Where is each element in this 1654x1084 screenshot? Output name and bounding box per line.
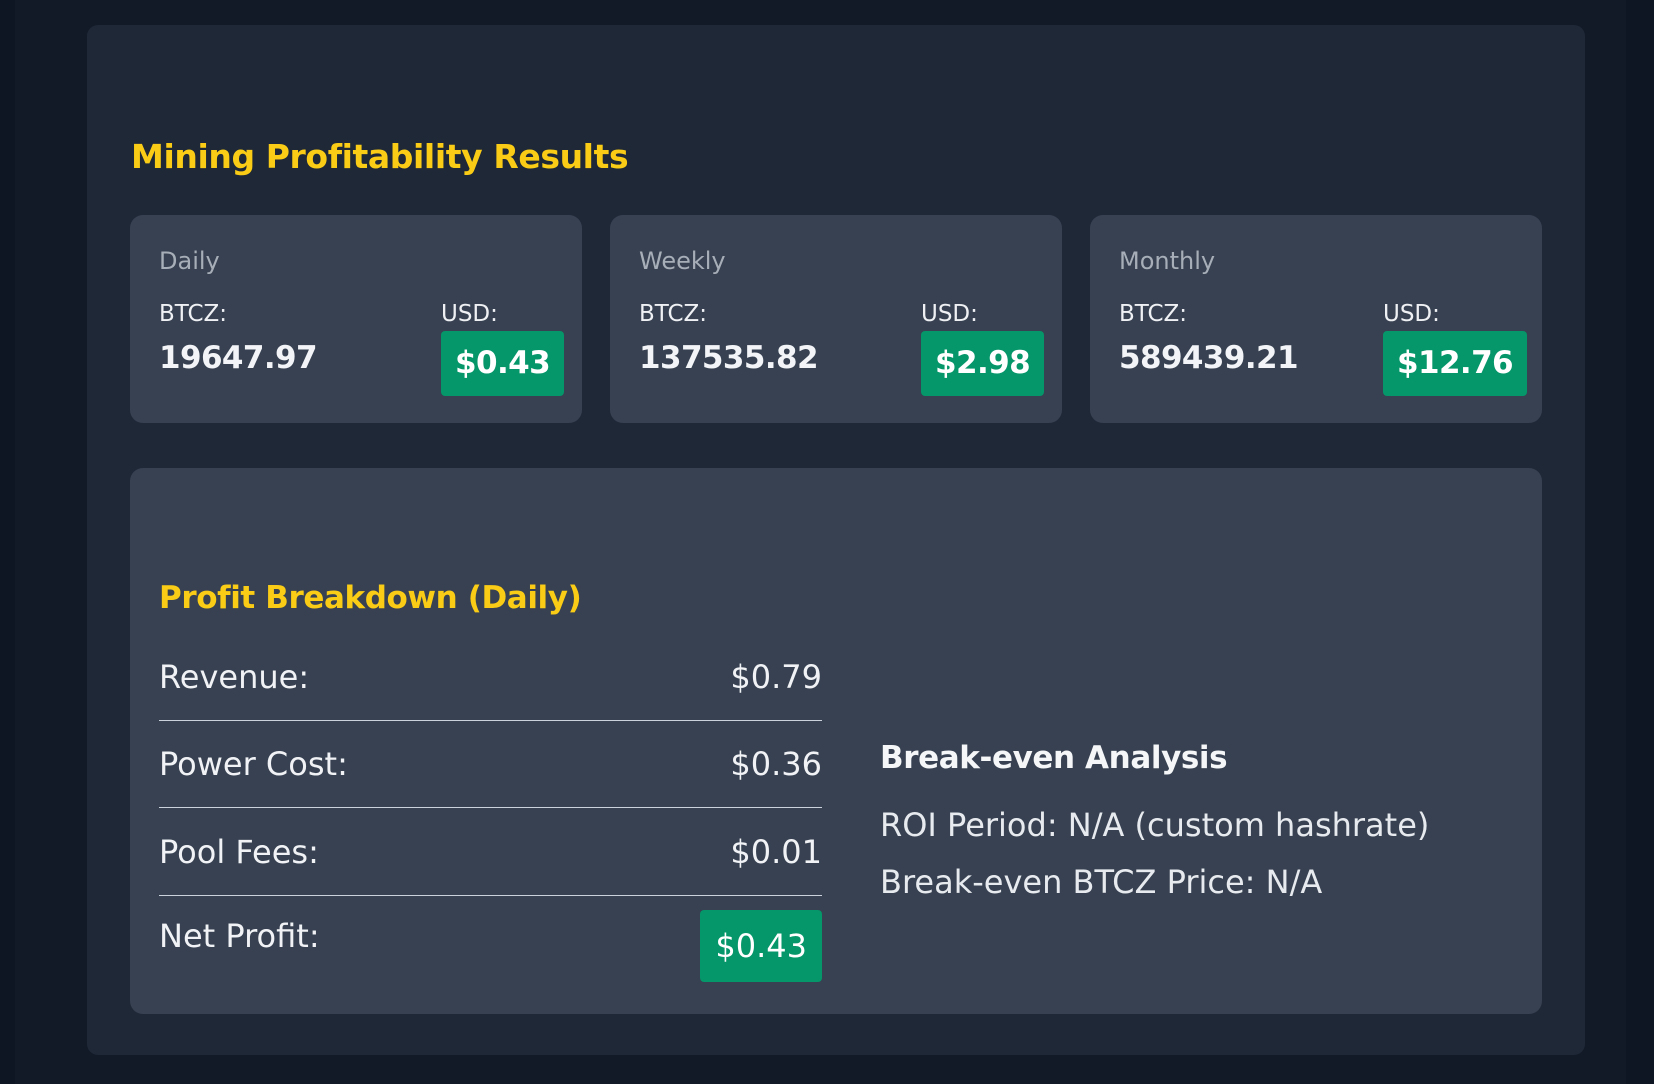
power-cost-value: $0.36 — [730, 745, 822, 783]
results-title: Mining Profitability Results — [131, 137, 629, 176]
btcz-value: 589439.21 — [1119, 340, 1299, 376]
btcz-label: BTCZ: — [159, 301, 228, 327]
break-even-price-text: Break-even BTCZ Price: N/A — [880, 863, 1323, 901]
net-profit-row: Net Profit: $0.43 — [159, 896, 822, 983]
btcz-value: 137535.82 — [639, 340, 819, 376]
usd-value-badge: $0.43 — [441, 331, 565, 396]
weekly-result-card: Weekly BTCZ: 137535.82 USD: $2.98 — [610, 215, 1062, 423]
usd-value-badge: $12.76 — [1383, 331, 1528, 396]
monthly-result-card: Monthly BTCZ: 589439.21 USD: $12.76 — [1090, 215, 1542, 423]
usd-label: USD: — [921, 301, 978, 327]
profit-breakdown-panel: Profit Breakdown (Daily) Revenue: $0.79 … — [130, 468, 1542, 1014]
revenue-value: $0.79 — [730, 658, 822, 696]
power-cost-row: Power Cost: $0.36 — [159, 721, 822, 808]
mining-profitability-results-panel: Mining Profitability Results Daily BTCZ:… — [87, 25, 1585, 1055]
btcz-label: BTCZ: — [1119, 301, 1188, 327]
daily-result-card: Daily BTCZ: 19647.97 USD: $0.43 — [130, 215, 582, 423]
breakdown-title: Profit Breakdown (Daily) — [159, 580, 582, 616]
period-label: Weekly — [639, 247, 726, 275]
btcz-label: BTCZ: — [639, 301, 708, 327]
roi-period-text: ROI Period: N/A (custom hashrate) — [880, 806, 1430, 844]
period-label: Monthly — [1119, 247, 1216, 275]
revenue-label: Revenue: — [159, 658, 310, 696]
usd-label: USD: — [441, 301, 498, 327]
usd-value-badge: $2.98 — [921, 331, 1045, 396]
pool-fees-row: Pool Fees: $0.01 — [159, 809, 822, 896]
break-even-title: Break-even Analysis — [880, 740, 1228, 776]
power-cost-label: Power Cost: — [159, 745, 348, 783]
btcz-value: 19647.97 — [159, 340, 318, 376]
period-label: Daily — [159, 247, 220, 275]
page-column: Mining Profitability Results Daily BTCZ:… — [15, 0, 1626, 1084]
pool-fees-label: Pool Fees: — [159, 833, 319, 871]
revenue-row: Revenue: $0.79 — [159, 634, 822, 721]
net-profit-badge: $0.43 — [700, 910, 822, 982]
usd-label: USD: — [1383, 301, 1440, 327]
pool-fees-value: $0.01 — [730, 833, 822, 871]
net-profit-label: Net Profit: — [159, 917, 320, 955]
